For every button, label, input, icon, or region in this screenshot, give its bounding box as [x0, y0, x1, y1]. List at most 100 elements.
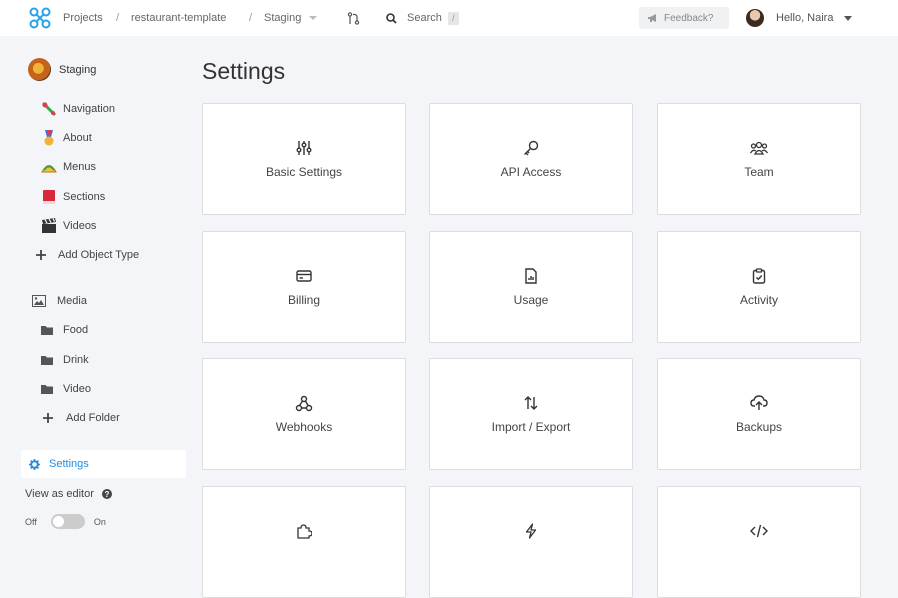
folder-label: Drink — [63, 354, 89, 366]
breadcrumb-separator: / — [116, 12, 120, 24]
svg-text:?: ? — [104, 490, 109, 499]
settings-card-team[interactable]: Team — [657, 103, 861, 215]
card-label: Backups — [735, 420, 783, 434]
add-folder-button[interactable]: Add Folder — [40, 409, 120, 427]
add-object-type-button[interactable]: Add Object Type — [33, 246, 139, 264]
card-label: Activity — [739, 293, 778, 307]
sidebar-item-sections[interactable]: Sections — [41, 188, 105, 206]
card-label: Import / Export — [491, 420, 571, 434]
arrows-up-down-icon — [430, 395, 632, 413]
toggle-off-label: Off — [25, 516, 37, 527]
clapper-icon — [41, 218, 57, 234]
card-label: Webhooks — [275, 420, 333, 434]
folder-icon — [39, 381, 55, 397]
sliders-icon — [203, 140, 405, 158]
medal-icon — [41, 130, 57, 146]
puzzle-icon — [203, 523, 405, 541]
search-shortcut-key: / — [447, 11, 459, 25]
settings-card-backups[interactable]: Backups — [657, 358, 861, 470]
folder-label: Food — [63, 324, 89, 336]
feedback-button[interactable]: Feedback? — [639, 7, 729, 29]
sidebar-item-about[interactable]: About — [41, 129, 92, 147]
sidebar-item-label: Videos — [63, 220, 97, 232]
sidebar-folder-food[interactable]: Food — [39, 321, 88, 339]
environment-label: Staging — [264, 12, 302, 24]
sidebar-item-settings[interactable]: Settings — [21, 450, 186, 478]
sidebar-item-media[interactable]: Media — [31, 292, 87, 310]
image-icon — [31, 293, 47, 309]
settings-card-basic-settings[interactable]: Basic Settings — [202, 103, 406, 215]
breadcrumb-separator: / — [249, 12, 253, 24]
sidebar-folder-drink[interactable]: Drink — [39, 351, 89, 369]
settings-card-api-access[interactable]: API Access — [429, 103, 633, 215]
sidebar-item-navigation[interactable]: Navigation — [41, 100, 115, 118]
clipboard-check-icon — [658, 268, 860, 286]
user-menu[interactable]: Hello, Naira — [746, 7, 853, 29]
settings-card-webhooks[interactable]: Webhooks — [202, 358, 406, 470]
card-label: Billing — [287, 293, 320, 307]
settings-card-activity[interactable]: Activity — [657, 231, 861, 343]
card-label: Basic Settings — [265, 165, 343, 179]
megaphone-icon — [648, 13, 658, 23]
settings-card-import-export[interactable]: Import / Export — [429, 358, 633, 470]
chevron-down-icon — [844, 15, 853, 21]
sidebar-item-label: Settings — [49, 458, 89, 470]
book-icon — [41, 189, 57, 205]
sidebar-item-label: About — [63, 132, 92, 144]
navigation-icon — [41, 101, 57, 117]
card-label: Usage — [513, 293, 549, 307]
breadcrumb-projects[interactable]: Projects — [63, 0, 103, 36]
user-greeting: Hello, Naira — [776, 12, 834, 24]
view-as-editor-label: View as editor — [25, 488, 94, 500]
sidebar: Staging Navigation About Menus Sections … — [0, 36, 190, 536]
settings-card-code[interactable] — [657, 486, 861, 598]
settings-card-usage[interactable]: Usage — [429, 231, 633, 343]
search-icon — [386, 12, 397, 24]
lightning-icon — [430, 523, 632, 541]
usage-report-icon — [430, 268, 632, 286]
view-as-editor: View as editor ? — [25, 485, 112, 503]
code-icon — [658, 523, 860, 541]
key-icon — [430, 140, 632, 158]
project-header[interactable]: Staging — [28, 58, 96, 81]
feedback-label: Feedback? — [664, 12, 714, 24]
sidebar-item-label: Menus — [63, 161, 97, 173]
app-logo-icon[interactable] — [28, 6, 52, 30]
add-object-type-label: Add Object Type — [58, 249, 140, 261]
breadcrumb-environment[interactable]: Staging — [264, 0, 318, 36]
folder-icon — [39, 322, 55, 338]
plus-icon — [40, 410, 56, 426]
settings-card-functions[interactable] — [429, 486, 633, 598]
card-label: Team — [744, 165, 774, 179]
gear-icon — [29, 458, 40, 470]
cloud-upload-icon — [658, 395, 860, 413]
top-bar: Projects / restaurant-template / Staging… — [0, 0, 898, 36]
folder-label: Video — [63, 383, 91, 395]
taco-icon — [41, 159, 57, 175]
sidebar-item-label: Navigation — [63, 103, 115, 115]
webhook-icon — [203, 395, 405, 413]
project-name: Staging — [59, 63, 97, 76]
avatar — [746, 9, 764, 27]
folder-icon — [39, 352, 55, 368]
sidebar-folder-video[interactable]: Video — [39, 380, 91, 398]
editor-toggle-row: Off On — [25, 514, 106, 529]
plus-icon — [33, 247, 49, 263]
view-as-editor-toggle[interactable] — [50, 514, 85, 529]
help-icon[interactable]: ? — [101, 489, 112, 499]
search-button[interactable]: Search / — [386, 0, 459, 36]
credit-card-icon — [203, 268, 405, 286]
sidebar-item-menus[interactable]: Menus — [41, 158, 96, 176]
git-branch-icon[interactable] — [347, 0, 360, 36]
settings-card-billing[interactable]: Billing — [202, 231, 406, 343]
project-avatar — [28, 58, 51, 81]
sidebar-item-label: Sections — [63, 191, 106, 203]
toggle-on-label: On — [93, 516, 106, 527]
breadcrumb-project[interactable]: restaurant-template — [131, 0, 226, 36]
chevron-down-icon — [309, 15, 318, 21]
sidebar-item-videos[interactable]: Videos — [41, 217, 96, 235]
search-label: Search — [407, 12, 442, 24]
add-folder-label: Add Folder — [66, 412, 120, 424]
sidebar-item-label: Media — [57, 295, 87, 307]
settings-card-extensions[interactable] — [202, 486, 406, 598]
